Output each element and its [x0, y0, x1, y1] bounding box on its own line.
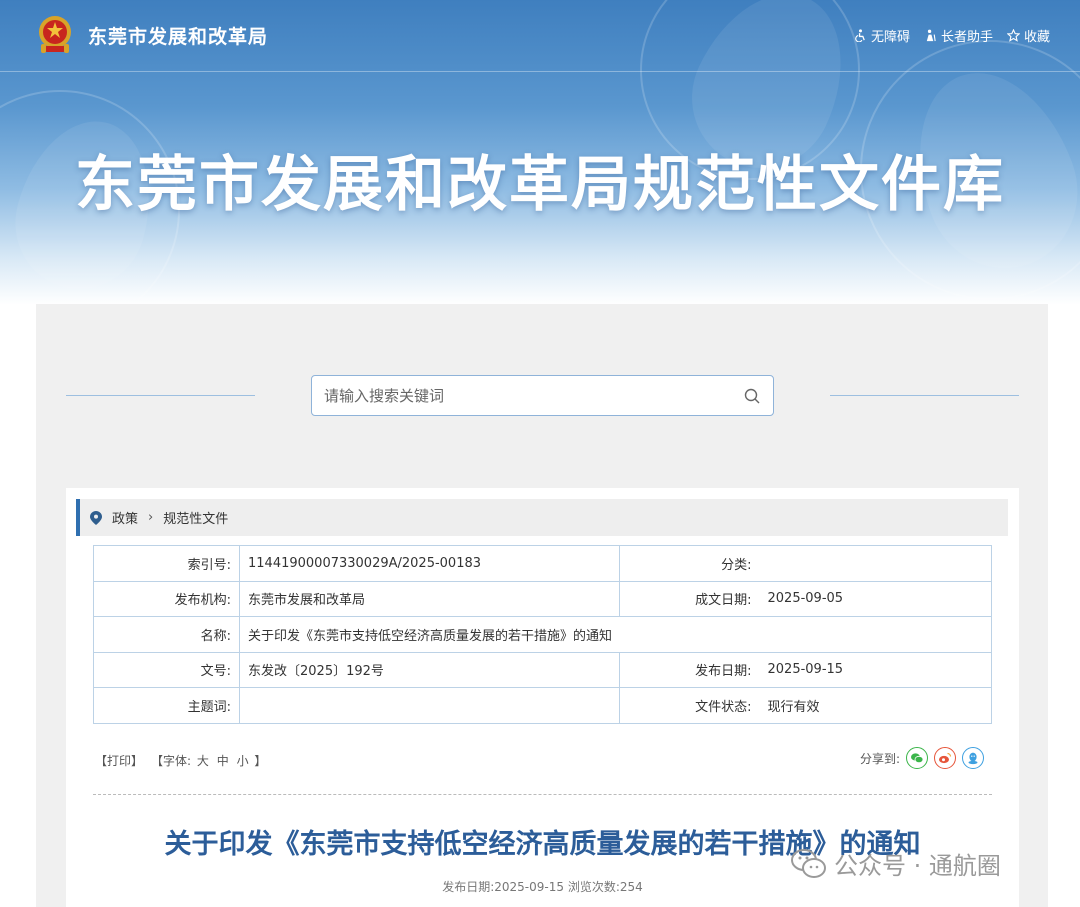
- status-value: 现行有效: [759, 687, 992, 724]
- category-label: 分类:: [619, 545, 760, 582]
- font-large-button[interactable]: 大: [197, 754, 209, 768]
- font-small-button[interactable]: 小: [237, 754, 249, 768]
- name-label: 名称:: [93, 616, 240, 653]
- banner-title: 东莞市发展和改革局规范性文件库: [75, 150, 1005, 220]
- subject-value: [239, 687, 620, 724]
- table-row: 主题词: 文件状态: 现行有效: [93, 687, 992, 724]
- table-row: 名称: 关于印发《东莞市支持低空经济高质量发展的若干措施》的通知: [93, 616, 992, 653]
- font-prefix: 【字体:: [151, 754, 192, 768]
- location-pin-icon: [90, 510, 102, 525]
- share-qq-button[interactable]: [962, 747, 984, 769]
- site-name[interactable]: 东莞市发展和改革局: [88, 22, 268, 49]
- breadcrumb-item-normative-docs[interactable]: 规范性文件: [163, 508, 228, 527]
- search-divider-right: [830, 395, 1019, 396]
- index-value: 11441900007330029A/2025-00183: [239, 545, 620, 582]
- divider: [93, 794, 992, 795]
- search-icon[interactable]: [743, 387, 761, 405]
- share-wechat-button[interactable]: [906, 747, 928, 769]
- breadcrumb-item-policy[interactable]: 政策: [112, 508, 138, 527]
- search-input[interactable]: [324, 386, 743, 405]
- written-date-label: 成文日期:: [619, 580, 760, 617]
- qq-icon: [968, 752, 978, 765]
- national-emblem-icon: [39, 16, 71, 53]
- written-date-value: 2025-09-05: [759, 580, 992, 617]
- accessibility-button[interactable]: 无障碍: [854, 26, 910, 45]
- category-value: [759, 545, 992, 582]
- share-bar: 分享到:: [860, 747, 984, 769]
- star-icon: [1006, 29, 1020, 42]
- watermark: 公众号 · 通航圈: [790, 846, 1001, 881]
- agency-value: 东莞市发展和改革局: [239, 580, 620, 617]
- document-info-table: 索引号: 11441900007330029A/2025-00183 分类: 发…: [93, 545, 992, 724]
- table-row: 发布机构: 东莞市发展和改革局 成文日期: 2025-09-05: [93, 580, 992, 617]
- share-weibo-button[interactable]: [934, 747, 956, 769]
- accessibility-label: 无障碍: [870, 30, 910, 45]
- font-medium-button[interactable]: 中: [217, 754, 229, 768]
- search-divider-left: [66, 395, 255, 396]
- wechat-watermark-icon: [791, 848, 826, 878]
- font-suffix: 】: [254, 754, 267, 768]
- table-row: 索引号: 11441900007330029A/2025-00183 分类:: [93, 545, 992, 582]
- subject-label: 主题词:: [93, 687, 240, 724]
- publish-date-label: 发布日期:: [619, 651, 760, 688]
- search-box: [311, 375, 774, 416]
- wechat-icon: [911, 753, 924, 764]
- chevron-right-icon: ›: [148, 510, 154, 525]
- doc-no-value: 东发改〔2025〕192号: [239, 651, 620, 688]
- elder-helper-button[interactable]: 长者助手: [924, 26, 993, 45]
- font-size-controls: 【字体: 大 中 小 】: [151, 752, 266, 769]
- index-label: 索引号:: [93, 545, 240, 582]
- top-tools: 无障碍 长者助手 收藏: [854, 26, 1050, 45]
- favorite-button[interactable]: 收藏: [1006, 26, 1050, 45]
- elder-helper-icon: [926, 29, 936, 42]
- status-label: 文件状态:: [619, 687, 760, 724]
- elder-helper-label: 长者助手: [940, 30, 993, 45]
- favorite-label: 收藏: [1023, 30, 1050, 45]
- breadcrumb: 政策 › 规范性文件: [76, 499, 1008, 536]
- print-button[interactable]: 【打印】: [95, 752, 143, 769]
- weibo-icon: [939, 752, 952, 764]
- table-row: 文号: 东发改〔2025〕192号 发布日期: 2025-09-15: [93, 651, 992, 688]
- watermark-text: 公众号 · 通航圈: [834, 852, 1001, 880]
- accessibility-icon: [855, 29, 865, 42]
- name-value: 关于印发《东莞市支持低空经济高质量发展的若干措施》的通知: [239, 616, 992, 653]
- doc-no-label: 文号:: [93, 651, 240, 688]
- document-tools: 【打印】 【字体: 大 中 小 】: [95, 752, 266, 769]
- share-label: 分享到:: [859, 751, 900, 766]
- agency-label: 发布机构:: [93, 580, 240, 617]
- publish-date-value: 2025-09-15: [759, 651, 992, 688]
